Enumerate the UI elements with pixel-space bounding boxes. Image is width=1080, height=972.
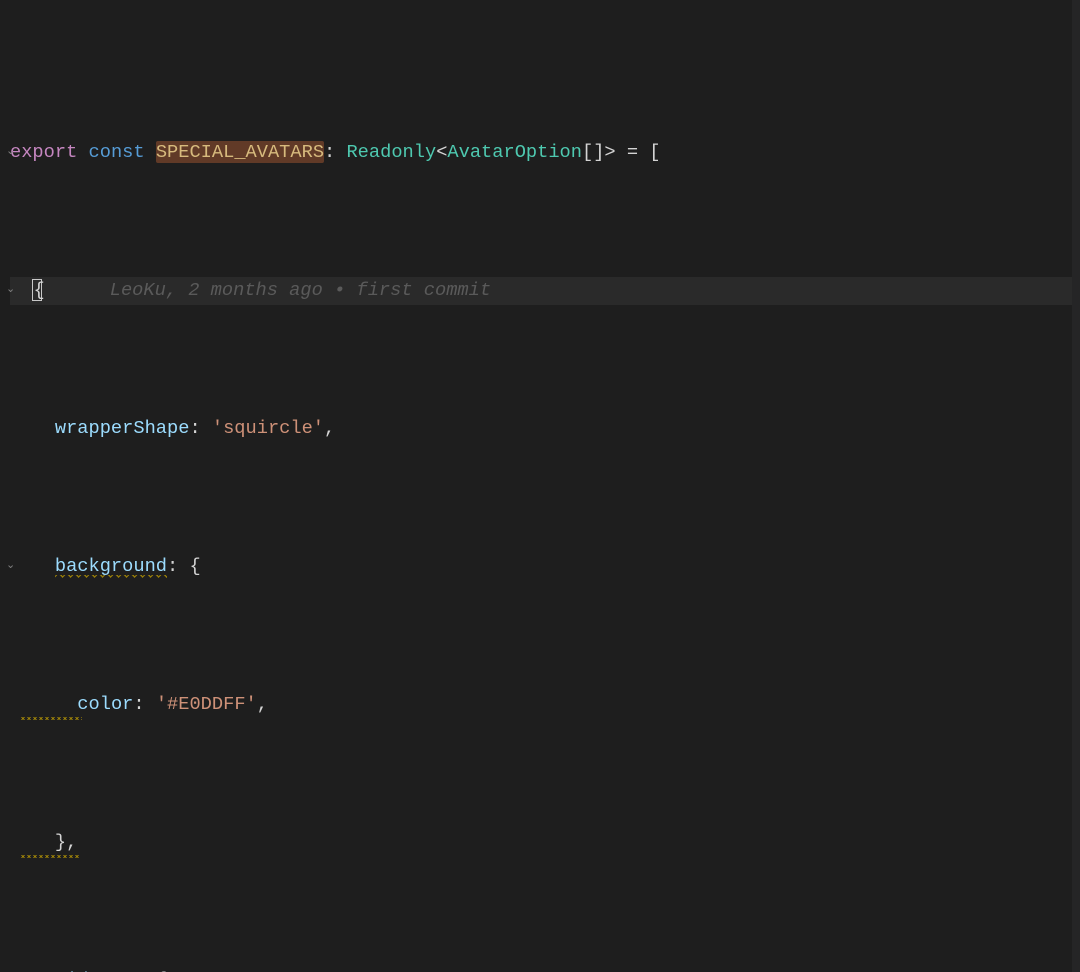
warning-squiggle	[20, 717, 82, 720]
fold-chevron-icon[interactable]: ⌄	[6, 147, 16, 157]
const-name[interactable]: SPECIAL_AVATARS	[156, 141, 324, 163]
string-squircle: 'squircle'	[212, 417, 324, 439]
code-line[interactable]: color: '#E0DDFF',	[10, 691, 1080, 719]
close-brace: },	[55, 831, 77, 853]
code-line[interactable]: },	[10, 829, 1080, 857]
fold-chevron-icon[interactable]: ⌄	[6, 561, 16, 571]
text-cursor: {	[32, 279, 42, 301]
code-line[interactable]: ⌄ widgets: {	[10, 967, 1080, 972]
decl-tail: = [	[616, 141, 661, 163]
warning-squiggle	[20, 855, 80, 858]
prop-color: color	[77, 693, 133, 715]
fold-chevron-icon[interactable]: ⌄	[6, 285, 16, 295]
prop-wrappershape: wrapperShape	[55, 417, 190, 439]
keyword-export: export	[10, 141, 77, 163]
type-readonly: Readonly	[346, 141, 436, 163]
minimap[interactable]	[1072, 0, 1080, 972]
code-editor[interactable]: ⌄export const SPECIAL_AVATARS: Readonly<…	[0, 0, 1080, 972]
code-line-active[interactable]: ⌄ { LeoKu, 2 months ago • first commit	[10, 277, 1080, 305]
keyword-const: const	[89, 141, 145, 163]
code-line[interactable]: ⌄ background: {	[10, 553, 1080, 581]
git-blame-annotation: LeoKu, 2 months ago • first commit	[110, 279, 491, 301]
string-color: '#E0DDFF'	[156, 693, 257, 715]
type-avataroption: AvatarOption	[447, 141, 582, 163]
prop-background: background	[55, 555, 167, 578]
code-line[interactable]: wrapperShape: 'squircle',	[10, 415, 1080, 443]
code-line[interactable]: ⌄export const SPECIAL_AVATARS: Readonly<…	[10, 139, 1080, 167]
